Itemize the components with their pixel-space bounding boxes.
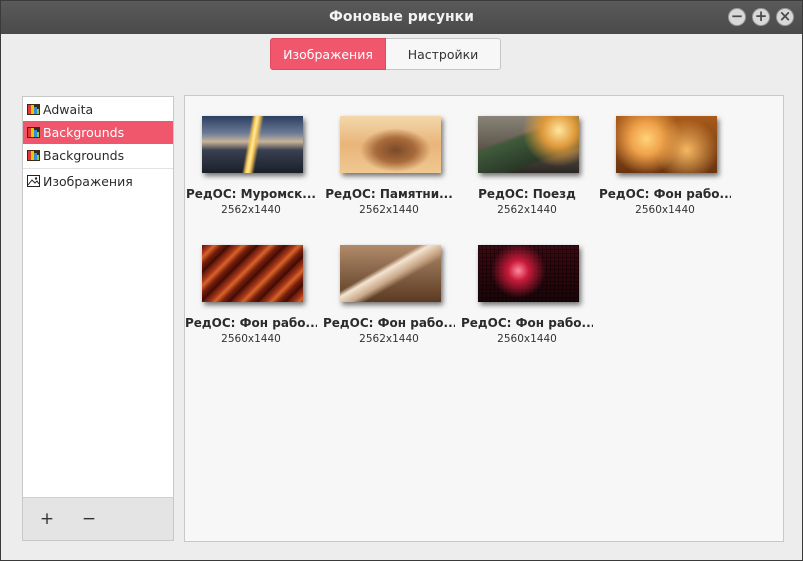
- wallpaper-thumbnail[interactable]: [340, 245, 441, 302]
- folder-colorful-icon: [27, 127, 40, 138]
- wallpaper-tile[interactable]: РедОС: Фон рабо... 2562x1440: [323, 225, 455, 345]
- sidebar-item-images[interactable]: Изображения: [23, 170, 173, 193]
- maximize-button[interactable]: +: [752, 8, 770, 26]
- wallpaper-tile[interactable]: РедОС: Муромск... 2562x1440: [185, 96, 317, 216]
- wallpaper-name: РедОС: Памятни...: [325, 187, 453, 201]
- wallpaper-resolution: 2562x1440: [359, 333, 419, 345]
- wallpaper-name: РедОС: Поезд: [478, 187, 576, 201]
- minimize-button[interactable]: −: [728, 8, 746, 26]
- image-icon: [27, 175, 40, 187]
- wallpaper-resolution: 2560x1440: [221, 333, 281, 345]
- sidebar-item-adwaita[interactable]: Adwaita: [23, 98, 173, 121]
- wallpaper-resolution: 2562x1440: [497, 204, 557, 216]
- wallpaper-thumbnail[interactable]: [616, 116, 717, 173]
- window-title: Фоновые рисунки: [329, 9, 474, 25]
- wallpaper-resolution: 2562x1440: [221, 204, 281, 216]
- wallpaper-name: РедОС: Фон рабо...: [185, 316, 317, 330]
- wallpaper-resolution: 2562x1440: [359, 204, 419, 216]
- folder-colorful-icon: [27, 104, 40, 115]
- sidebar-item-label: Изображения: [43, 174, 133, 189]
- wallpaper-thumbnail[interactable]: [478, 116, 579, 173]
- wallpaper-gallery: РедОС: Муромск... 2562x1440 РедОС: Памят…: [184, 95, 784, 542]
- wallpaper-name: РедОС: Фон рабо...: [323, 316, 455, 330]
- wallpaper-tile[interactable]: РедОС: Фон рабо... 2560x1440: [599, 96, 731, 216]
- wallpaper-thumbnail[interactable]: [478, 245, 579, 302]
- folder-colorful-icon: [27, 150, 40, 161]
- wallpaper-resolution: 2560x1440: [635, 204, 695, 216]
- wallpaper-settings-window: Фоновые рисунки − + × Изображения Настро…: [0, 0, 803, 561]
- wallpaper-thumbnail[interactable]: [202, 245, 303, 302]
- titlebar[interactable]: Фоновые рисунки − + ×: [1, 1, 802, 34]
- wallpaper-name: РедОС: Фон рабо...: [461, 316, 593, 330]
- sidebar-divider: [23, 168, 173, 169]
- collections-sidebar: Adwaita Backgrounds Backgrounds Изображе…: [22, 96, 174, 541]
- wallpaper-tile[interactable]: РедОС: Поезд 2562x1440: [461, 96, 593, 216]
- sidebar-item-label: Backgrounds: [43, 148, 125, 163]
- sidebar-toolbar: + −: [23, 497, 173, 540]
- remove-collection-button[interactable]: −: [77, 508, 101, 530]
- sidebar-item-label: Adwaita: [43, 102, 94, 117]
- wallpaper-name: РедОС: Фон рабо...: [599, 187, 731, 201]
- sidebar-item-label: Backgrounds: [43, 125, 125, 140]
- close-button[interactable]: ×: [776, 8, 794, 26]
- sidebar-item-backgrounds-selected[interactable]: Backgrounds: [23, 121, 173, 144]
- wallpaper-resolution: 2560x1440: [497, 333, 557, 345]
- wallpaper-tile[interactable]: РедОС: Фон рабо... 2560x1440: [185, 225, 317, 345]
- tab-images[interactable]: Изображения: [270, 38, 386, 70]
- wallpaper-name: РедОС: Муромск...: [186, 187, 316, 201]
- sidebar-item-backgrounds[interactable]: Backgrounds: [23, 144, 173, 167]
- wallpaper-thumbnail[interactable]: [202, 116, 303, 173]
- tab-bar: Изображения Настройки: [270, 38, 501, 72]
- wallpaper-tile[interactable]: РедОС: Фон рабо... 2560x1440: [461, 225, 593, 345]
- wallpaper-tile[interactable]: РедОС: Памятни... 2562x1440: [323, 96, 455, 216]
- tab-settings[interactable]: Настройки: [386, 38, 501, 70]
- wallpaper-thumbnail[interactable]: [340, 116, 441, 173]
- add-collection-button[interactable]: +: [35, 508, 59, 530]
